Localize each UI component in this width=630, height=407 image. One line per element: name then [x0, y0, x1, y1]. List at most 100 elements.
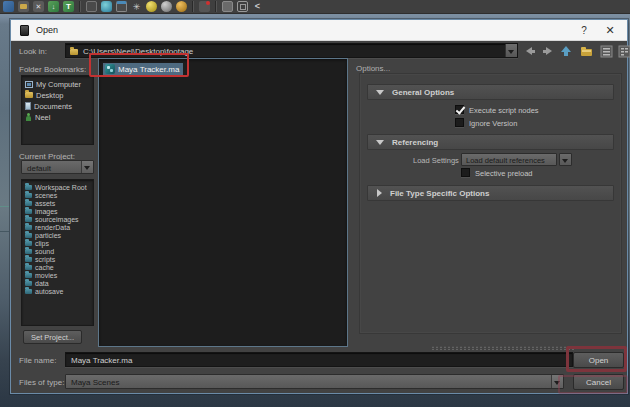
load-settings-dropdown[interactable]: Load default references: [461, 153, 557, 166]
project-folder-item[interactable]: images: [22, 207, 93, 215]
bookmark-item[interactable]: Neel: [22, 112, 93, 122]
options-label: Options...: [356, 64, 390, 73]
dialog-icon: [20, 25, 29, 36]
open-dialog: Open ? ✕ Look in: C:\Users\Neel\Desktop\…: [10, 19, 628, 394]
current-project-dropdown[interactable]: default: [21, 160, 94, 174]
dialog-title: Open: [36, 25, 58, 35]
load-settings-value: Load default references: [466, 156, 545, 165]
referencing-header[interactable]: Referencing: [367, 134, 614, 150]
project-folder-icon: [25, 265, 32, 270]
open-button[interactable]: Open: [573, 352, 624, 368]
files-of-type-label: Files of type:: [19, 378, 64, 387]
list-view-button[interactable]: [600, 44, 614, 57]
snap-to-curve-icon[interactable]: [101, 1, 112, 12]
selective-preload-label: Selective preload: [475, 169, 533, 178]
make-live-yellow-icon[interactable]: [146, 1, 157, 12]
execute-script-nodes-checkbox[interactable]: [455, 105, 464, 114]
file-list-panel[interactable]: Maya Tracker.ma: [98, 58, 348, 347]
separator[interactable]: [192, 1, 194, 12]
project-folder-item[interactable]: movies: [22, 271, 93, 279]
make-live-gray-icon[interactable]: [161, 1, 172, 12]
general-options-header[interactable]: General Options: [367, 84, 614, 100]
create-new-folder-button[interactable]: [580, 44, 594, 57]
project-folder-icon: [25, 273, 32, 278]
input-connections-icon[interactable]: [199, 1, 210, 12]
execute-script-nodes-label: Execute script nodes: [469, 106, 539, 115]
share-icon[interactable]: [252, 1, 263, 12]
undo-icon[interactable]: [48, 1, 59, 12]
look-in-label: Look in:: [19, 47, 47, 56]
file-name-value: Maya Tracker.ma: [71, 356, 132, 365]
project-folder-item[interactable]: renderData: [22, 223, 93, 231]
project-folder-item[interactable]: cache: [22, 263, 93, 271]
bookmark-item[interactable]: Documents: [22, 101, 93, 111]
forward-button[interactable]: [541, 44, 555, 57]
viewport-grid-line: [0, 231, 9, 232]
snap-to-projected-center-icon[interactable]: [131, 1, 142, 12]
project-folder-item[interactable]: sound: [22, 247, 93, 255]
project-folder-item[interactable]: autosave: [22, 287, 93, 295]
files-of-type-dropdown[interactable]: Maya Scenes: [65, 374, 564, 389]
redo-icon[interactable]: [63, 1, 74, 12]
back-button[interactable]: [523, 44, 537, 57]
project-folder-icon: [25, 217, 32, 222]
collapse-arrow-icon: [376, 90, 384, 95]
file-name-input[interactable]: Maya Tracker.ma: [65, 352, 573, 367]
separator[interactable]: [79, 1, 81, 12]
project-folder-item[interactable]: sourceimages: [22, 215, 93, 223]
collapse-arrow-icon: [376, 140, 384, 145]
splitter-handle[interactable]: [431, 346, 576, 350]
open-scene-icon[interactable]: [18, 1, 29, 12]
project-folder-item[interactable]: particles: [22, 231, 93, 239]
separator[interactable]: [215, 1, 217, 12]
load-settings-dropdown-button[interactable]: [559, 153, 572, 166]
project-folder-item[interactable]: assets: [22, 199, 93, 207]
project-folder-item[interactable]: clips: [22, 239, 93, 247]
expand-arrow-icon: [377, 189, 382, 197]
ignore-version-checkbox[interactable]: [455, 118, 464, 127]
path-dropdown-button[interactable]: [505, 44, 517, 57]
file-name-label: File name:: [19, 356, 56, 365]
file-type-specific-options-header[interactable]: File Type Specific Options: [367, 185, 614, 201]
project-folder-icon: [25, 289, 32, 294]
construction-history-icon[interactable]: [222, 1, 233, 12]
project-folders-list[interactable]: Workspace Root scenes assets images: [21, 179, 94, 326]
project-folder-item[interactable]: scenes: [22, 191, 93, 199]
project-folder-icon: [25, 233, 32, 238]
project-folder-icon: [25, 201, 32, 206]
save-scene-icon[interactable]: [33, 1, 44, 12]
files-of-type-value: Maya Scenes: [71, 378, 119, 387]
project-folder-icon: [25, 241, 32, 246]
desktop-folder-icon: [25, 92, 33, 98]
project-folder-item[interactable]: scripts: [22, 255, 93, 263]
dialog-titlebar[interactable]: Open ? ✕: [11, 20, 627, 41]
selective-preload-checkbox[interactable]: [461, 168, 470, 177]
maya-file-icon: [105, 64, 115, 74]
detail-view-button[interactable]: [618, 44, 630, 57]
project-folder-icon: [25, 249, 32, 254]
new-scene-icon[interactable]: [3, 1, 14, 12]
close-button[interactable]: ✕: [595, 20, 625, 41]
cancel-button[interactable]: Cancel: [573, 374, 624, 390]
bookmark-item[interactable]: My Computer: [22, 79, 93, 89]
bookmark-item[interactable]: Desktop: [22, 90, 93, 100]
project-folder-icon: [25, 257, 32, 262]
make-live-orange-icon[interactable]: [176, 1, 187, 12]
project-folder-icon: [25, 225, 32, 230]
open-render-view-icon[interactable]: [237, 1, 248, 12]
path-combobox[interactable]: C:\Users\Neel\Desktop\footage: [65, 43, 518, 58]
project-folder-item[interactable]: Workspace Root: [22, 183, 93, 191]
project-folder-icon: [25, 193, 32, 198]
folder-bookmarks-list[interactable]: My Computer Desktop Documents Neel: [21, 75, 94, 145]
up-one-level-button[interactable]: [559, 44, 573, 57]
snap-to-grid-icon[interactable]: [86, 1, 97, 12]
user-icon: [25, 113, 32, 121]
file-item-selected[interactable]: Maya Tracker.ma: [103, 63, 183, 75]
snap-to-point-icon[interactable]: [116, 1, 127, 12]
maya-status-line: [0, 0, 630, 14]
documents-icon: [25, 102, 31, 110]
project-folder-icon: [25, 281, 32, 286]
set-project-button[interactable]: Set Project...: [23, 330, 82, 344]
my-computer-icon: [25, 81, 33, 88]
project-folder-item[interactable]: data: [22, 279, 93, 287]
